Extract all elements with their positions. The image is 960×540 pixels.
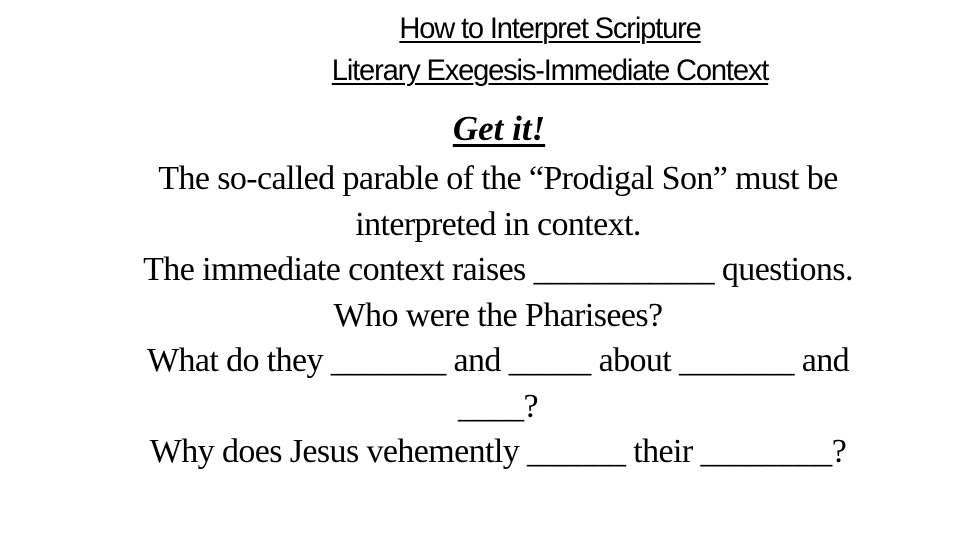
subheading: Get it!: [452, 109, 546, 148]
body-line-what-do-they-cont: ____?: [457, 387, 539, 425]
title-line-1: How to Interpret Scripture: [399, 12, 701, 45]
body-line-questions: The immediate context raises ___________…: [143, 251, 853, 288]
slide: How to Interpret Scripture Literary Exeg…: [0, 0, 960, 540]
slide-title: How to Interpret Scripture Literary Exeg…: [211, 8, 890, 92]
body-line-parable: The so-called parable of the “Prodigal S…: [158, 160, 838, 197]
body-line-why-jesus: Why does Jesus vehemently ______ their _…: [149, 433, 847, 470]
body-line-pharisees: Who were the Pharisees?: [333, 296, 663, 334]
body-line-what-do-they: What do they _______ and _____ about ___…: [146, 342, 850, 379]
title-line-2: Literary Exegesis-Immediate Context: [331, 54, 770, 87]
body-line-context: interpreted in context.: [355, 205, 641, 243]
body-text: The so-called parable of the “Prodigal S…: [0, 156, 960, 475]
